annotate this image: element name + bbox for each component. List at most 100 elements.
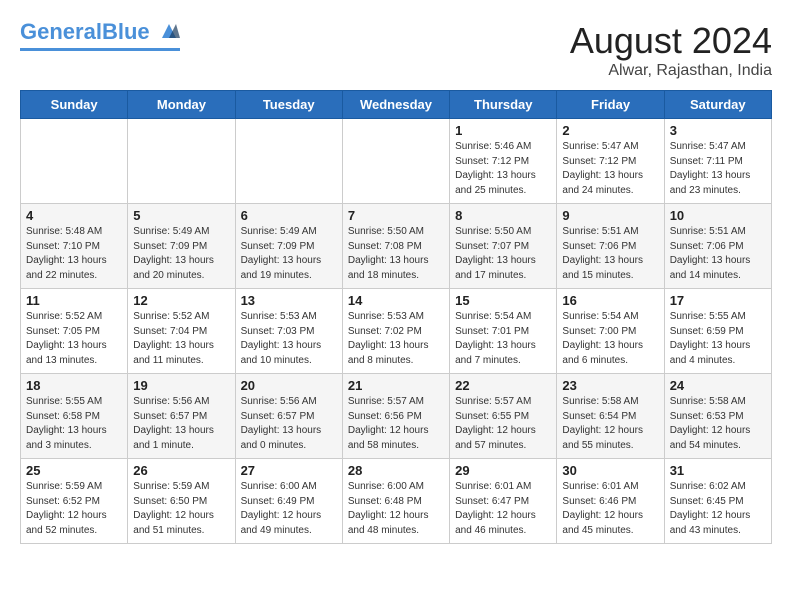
cell-info: Sunrise: 6:01 AM Sunset: 6:47 PM Dayligh… bbox=[455, 480, 551, 538]
cell-info: Sunrise: 5:50 AM Sunset: 7:07 PM Dayligh… bbox=[455, 225, 551, 283]
day-number: 9 bbox=[562, 208, 658, 223]
calendar-cell: 27 Sunrise: 6:00 AM Sunset: 6:49 PM Dayli… bbox=[235, 459, 342, 544]
cell-info: Sunrise: 5:50 AM Sunset: 7:08 PM Dayligh… bbox=[348, 225, 444, 283]
cell-info: Sunrise: 5:55 AM Sunset: 6:58 PM Dayligh… bbox=[26, 395, 122, 453]
calendar-cell: 25 Sunrise: 5:59 AM Sunset: 6:52 PM Dayli… bbox=[21, 459, 128, 544]
cell-info: Sunrise: 5:52 AM Sunset: 7:05 PM Dayligh… bbox=[26, 310, 122, 368]
cell-info: Sunrise: 5:58 AM Sunset: 6:53 PM Dayligh… bbox=[670, 395, 766, 453]
day-number: 28 bbox=[348, 463, 444, 478]
calendar-header-row: SundayMondayTuesdayWednesdayThursdayFrid… bbox=[21, 91, 772, 119]
title-area: August 2024 Alwar, Rajasthan, India bbox=[570, 20, 772, 80]
day-number: 27 bbox=[241, 463, 337, 478]
calendar-cell: 1Sunrise: 5:46 AM Sunset: 7:12 PM Daylig… bbox=[450, 119, 557, 204]
cell-info: Sunrise: 5:58 AM Sunset: 6:54 PM Dayligh… bbox=[562, 395, 658, 453]
calendar-cell bbox=[235, 119, 342, 204]
calendar-cell: 4Sunrise: 5:48 AM Sunset: 7:10 PM Daylig… bbox=[21, 204, 128, 289]
calendar-cell: 29 Sunrise: 6:01 AM Sunset: 6:47 PM Dayli… bbox=[450, 459, 557, 544]
month-year: August 2024 bbox=[570, 20, 772, 62]
cell-info: Sunrise: 5:46 AM Sunset: 7:12 PM Dayligh… bbox=[455, 140, 551, 198]
day-number: 14 bbox=[348, 293, 444, 308]
cell-info: Sunrise: 6:00 AM Sunset: 6:48 PM Dayligh… bbox=[348, 480, 444, 538]
day-number: 25 bbox=[26, 463, 122, 478]
calendar-cell: 28 Sunrise: 6:00 AM Sunset: 6:48 PM Dayli… bbox=[342, 459, 449, 544]
cell-info: Sunrise: 5:52 AM Sunset: 7:04 PM Dayligh… bbox=[133, 310, 229, 368]
calendar-cell bbox=[21, 119, 128, 204]
calendar-cell: 11 Sunrise: 5:52 AM Sunset: 7:05 PM Dayli… bbox=[21, 289, 128, 374]
cell-info: Sunrise: 5:47 AM Sunset: 7:12 PM Dayligh… bbox=[562, 140, 658, 198]
logo-icon bbox=[158, 20, 180, 42]
calendar-table: SundayMondayTuesdayWednesdayThursdayFrid… bbox=[20, 90, 772, 544]
cell-info: Sunrise: 5:57 AM Sunset: 6:56 PM Dayligh… bbox=[348, 395, 444, 453]
cell-info: Sunrise: 5:57 AM Sunset: 6:55 PM Dayligh… bbox=[455, 395, 551, 453]
cell-info: Sunrise: 5:49 AM Sunset: 7:09 PM Dayligh… bbox=[241, 225, 337, 283]
calendar-cell: 13Sunrise: 5:53 AM Sunset: 7:03 PM Dayli… bbox=[235, 289, 342, 374]
day-of-week-header: Friday bbox=[557, 91, 664, 119]
logo-text: GeneralBlue bbox=[20, 20, 180, 46]
calendar-cell: 20Sunrise: 5:56 AM Sunset: 6:57 PM Dayli… bbox=[235, 374, 342, 459]
calendar-cell: 14 Sunrise: 5:53 AM Sunset: 7:02 PM Dayli… bbox=[342, 289, 449, 374]
day-of-week-header: Wednesday bbox=[342, 91, 449, 119]
calendar-cell: 5Sunrise: 5:49 AM Sunset: 7:09 PM Daylig… bbox=[128, 204, 235, 289]
day-number: 17 bbox=[670, 293, 766, 308]
page-header: GeneralBlue August 2024 Alwar, Rajasthan… bbox=[20, 20, 772, 80]
day-number: 12 bbox=[133, 293, 229, 308]
day-number: 24 bbox=[670, 378, 766, 393]
logo-underline bbox=[20, 48, 180, 51]
logo: GeneralBlue bbox=[20, 20, 180, 51]
day-number: 13 bbox=[241, 293, 337, 308]
day-of-week-header: Sunday bbox=[21, 91, 128, 119]
day-number: 7 bbox=[348, 208, 444, 223]
cell-info: Sunrise: 5:55 AM Sunset: 6:59 PM Dayligh… bbox=[670, 310, 766, 368]
calendar-cell bbox=[342, 119, 449, 204]
day-number: 26 bbox=[133, 463, 229, 478]
day-number: 29 bbox=[455, 463, 551, 478]
logo-blue: Blue bbox=[102, 19, 150, 44]
day-number: 20 bbox=[241, 378, 337, 393]
calendar-week-row: 11 Sunrise: 5:52 AM Sunset: 7:05 PM Dayli… bbox=[21, 289, 772, 374]
day-number: 11 bbox=[26, 293, 122, 308]
cell-info: Sunrise: 5:54 AM Sunset: 7:00 PM Dayligh… bbox=[562, 310, 658, 368]
cell-info: Sunrise: 6:01 AM Sunset: 6:46 PM Dayligh… bbox=[562, 480, 658, 538]
day-of-week-header: Tuesday bbox=[235, 91, 342, 119]
calendar-cell: 8 Sunrise: 5:50 AM Sunset: 7:07 PM Daylig… bbox=[450, 204, 557, 289]
calendar-cell bbox=[128, 119, 235, 204]
calendar-cell: 22 Sunrise: 5:57 AM Sunset: 6:55 PM Dayli… bbox=[450, 374, 557, 459]
calendar-cell: 18 Sunrise: 5:55 AM Sunset: 6:58 PM Dayli… bbox=[21, 374, 128, 459]
day-number: 8 bbox=[455, 208, 551, 223]
calendar-cell: 24 Sunrise: 5:58 AM Sunset: 6:53 PM Dayli… bbox=[664, 374, 771, 459]
cell-info: Sunrise: 5:59 AM Sunset: 6:52 PM Dayligh… bbox=[26, 480, 122, 538]
calendar-cell: 30 Sunrise: 6:01 AM Sunset: 6:46 PM Dayli… bbox=[557, 459, 664, 544]
calendar-cell: 19Sunrise: 5:56 AM Sunset: 6:57 PM Dayli… bbox=[128, 374, 235, 459]
calendar-cell: 15Sunrise: 5:54 AM Sunset: 7:01 PM Dayli… bbox=[450, 289, 557, 374]
calendar-cell: 31Sunrise: 6:02 AM Sunset: 6:45 PM Dayli… bbox=[664, 459, 771, 544]
calendar-week-row: 1Sunrise: 5:46 AM Sunset: 7:12 PM Daylig… bbox=[21, 119, 772, 204]
calendar-cell: 3 Sunrise: 5:47 AM Sunset: 7:11 PM Daylig… bbox=[664, 119, 771, 204]
calendar-week-row: 25 Sunrise: 5:59 AM Sunset: 6:52 PM Dayli… bbox=[21, 459, 772, 544]
calendar-cell: 21 Sunrise: 5:57 AM Sunset: 6:56 PM Dayli… bbox=[342, 374, 449, 459]
cell-info: Sunrise: 5:48 AM Sunset: 7:10 PM Dayligh… bbox=[26, 225, 122, 283]
day-number: 18 bbox=[26, 378, 122, 393]
calendar-cell: 12 Sunrise: 5:52 AM Sunset: 7:04 PM Dayli… bbox=[128, 289, 235, 374]
calendar-cell: 6 Sunrise: 5:49 AM Sunset: 7:09 PM Daylig… bbox=[235, 204, 342, 289]
day-number: 3 bbox=[670, 123, 766, 138]
cell-info: Sunrise: 5:56 AM Sunset: 6:57 PM Dayligh… bbox=[133, 395, 229, 453]
calendar-cell: 2Sunrise: 5:47 AM Sunset: 7:12 PM Daylig… bbox=[557, 119, 664, 204]
day-number: 21 bbox=[348, 378, 444, 393]
calendar-cell: 9Sunrise: 5:51 AM Sunset: 7:06 PM Daylig… bbox=[557, 204, 664, 289]
calendar-cell: 23Sunrise: 5:58 AM Sunset: 6:54 PM Dayli… bbox=[557, 374, 664, 459]
day-number: 22 bbox=[455, 378, 551, 393]
day-of-week-header: Saturday bbox=[664, 91, 771, 119]
cell-info: Sunrise: 5:53 AM Sunset: 7:02 PM Dayligh… bbox=[348, 310, 444, 368]
day-number: 6 bbox=[241, 208, 337, 223]
cell-info: Sunrise: 6:00 AM Sunset: 6:49 PM Dayligh… bbox=[241, 480, 337, 538]
cell-info: Sunrise: 5:49 AM Sunset: 7:09 PM Dayligh… bbox=[133, 225, 229, 283]
cell-info: Sunrise: 5:51 AM Sunset: 7:06 PM Dayligh… bbox=[670, 225, 766, 283]
calendar-cell: 26 Sunrise: 5:59 AM Sunset: 6:50 PM Dayli… bbox=[128, 459, 235, 544]
calendar-cell: 17 Sunrise: 5:55 AM Sunset: 6:59 PM Dayli… bbox=[664, 289, 771, 374]
cell-info: Sunrise: 5:59 AM Sunset: 6:50 PM Dayligh… bbox=[133, 480, 229, 538]
calendar-cell: 10Sunrise: 5:51 AM Sunset: 7:06 PM Dayli… bbox=[664, 204, 771, 289]
calendar-cell: 7 Sunrise: 5:50 AM Sunset: 7:08 PM Daylig… bbox=[342, 204, 449, 289]
day-number: 30 bbox=[562, 463, 658, 478]
day-of-week-header: Thursday bbox=[450, 91, 557, 119]
cell-info: Sunrise: 5:47 AM Sunset: 7:11 PM Dayligh… bbox=[670, 140, 766, 198]
